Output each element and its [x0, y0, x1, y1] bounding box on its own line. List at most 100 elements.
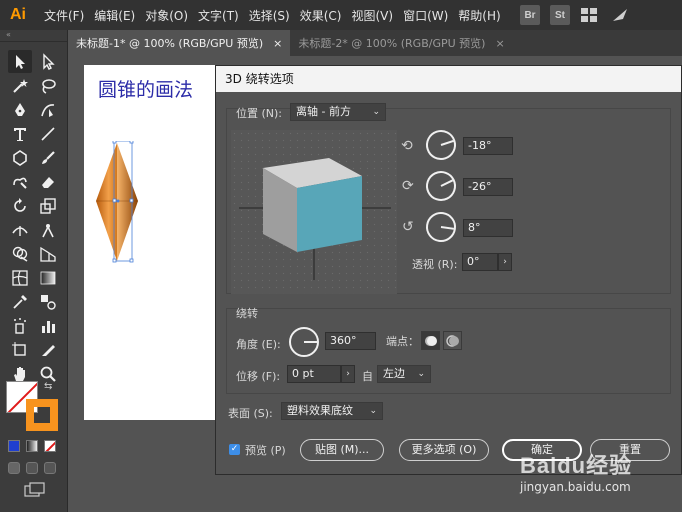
revolve-section-label: 绕转: [236, 307, 258, 320]
position-dropdown[interactable]: 离轴 - 前方 ⌄: [290, 103, 386, 121]
perspective-expand-button[interactable]: ›: [498, 253, 512, 271]
tab-label: 未标题-2* @ 100% (RGB/GPU 预览): [298, 37, 486, 50]
z-rotation-field[interactable]: 8°: [463, 219, 513, 237]
menu-effect[interactable]: 效果(C): [295, 7, 347, 24]
polygon-tool-icon[interactable]: [8, 146, 32, 169]
watermark-logo-text: Baidu经验: [520, 453, 633, 478]
collapse-toggle[interactable]: «: [0, 30, 67, 42]
menu-type[interactable]: 文字(T): [193, 7, 244, 24]
watermark-url: jingyan.baidu.com: [520, 480, 631, 494]
menu-view[interactable]: 视图(V): [346, 7, 398, 24]
fill-stroke-swatches[interactable]: ⇆: [6, 381, 62, 437]
offset-field[interactable]: 0 pt: [287, 365, 341, 383]
scale-tool-icon[interactable]: [36, 194, 60, 217]
more-options-button[interactable]: 更多选项 (O): [399, 439, 489, 461]
paintbrush-tool-icon[interactable]: [36, 146, 60, 169]
x-axis-rotate-icon: ⟲: [401, 138, 413, 154]
angle-field[interactable]: 360°: [325, 332, 376, 350]
menu-bar: Ai 文件(F) 编辑(E) 对象(O) 文字(T) 选择(S) 效果(C) 视…: [0, 0, 682, 30]
shape-builder-tool-icon[interactable]: [8, 242, 32, 265]
from-dropdown[interactable]: 左边 ⌄: [377, 365, 431, 383]
symbol-sprayer-tool-icon[interactable]: [8, 314, 32, 337]
cap-on-button[interactable]: [421, 331, 440, 350]
draw-normal-icon[interactable]: [8, 462, 20, 474]
lasso-tool-icon[interactable]: [36, 74, 60, 97]
document-tabs: 未标题-1* @ 100% (RGB/GPU 预览) × 未标题-2* @ 10…: [68, 30, 682, 56]
menu-select[interactable]: 选择(S): [244, 7, 295, 24]
from-value: 左边: [383, 367, 405, 380]
workspace-grid-icon[interactable]: [580, 5, 600, 25]
menu-items: 文件(F) 编辑(E) 对象(O) 文字(T) 选择(S) 效果(C) 视图(V…: [39, 7, 506, 24]
type-tool-icon[interactable]: [8, 122, 32, 145]
selection-tool-icon[interactable]: [8, 50, 32, 73]
stroke-swatch[interactable]: [26, 399, 58, 431]
close-icon[interactable]: ×: [495, 37, 504, 50]
z-axis-rotate-icon: ↺: [402, 219, 414, 235]
y-axis-rotate-icon: ⟳: [402, 178, 414, 194]
app-logo: Ai: [10, 6, 26, 23]
width-tool-icon[interactable]: [8, 218, 32, 241]
rotate-tool-icon[interactable]: [8, 194, 32, 217]
screen-mode-icon[interactable]: [24, 482, 46, 501]
tools-panel: « ⇆: [0, 30, 68, 512]
draw-inside-icon[interactable]: [44, 462, 56, 474]
from-label: 自: [362, 370, 373, 383]
chevron-down-icon: ⌄: [369, 406, 377, 416]
preview-checkbox[interactable]: ✓: [229, 444, 240, 455]
feather-icon[interactable]: [610, 5, 630, 25]
tab-document-1[interactable]: 未标题-1* @ 100% (RGB/GPU 预览) ×: [68, 30, 291, 56]
none-mode-icon[interactable]: [44, 440, 56, 452]
gradient-mode-icon[interactable]: [26, 440, 38, 452]
cap-label: 端点：: [386, 335, 419, 348]
curvature-tool-icon[interactable]: [36, 98, 60, 121]
menu-object[interactable]: 对象(O): [140, 7, 193, 24]
direct-selection-tool-icon[interactable]: [36, 50, 60, 73]
puppet-warp-tool-icon[interactable]: [36, 218, 60, 241]
baidu-watermark: Baidu经验 jingyan.baidu.com: [520, 448, 632, 494]
menu-help[interactable]: 帮助(H): [453, 7, 505, 24]
tab-document-2[interactable]: 未标题-2* @ 100% (RGB/GPU 预览) ×: [290, 30, 512, 56]
menu-file[interactable]: 文件(F): [39, 7, 89, 24]
chevron-down-icon: ⌄: [417, 369, 425, 379]
position-label: 位置 (N):: [236, 107, 283, 120]
color-mode-row: [8, 440, 56, 452]
close-icon[interactable]: ×: [273, 37, 282, 50]
stock-icon[interactable]: St: [550, 5, 570, 25]
revolved-cone-object[interactable]: [92, 141, 142, 263]
y-rotation-field[interactable]: -26°: [463, 178, 513, 196]
position-value: 离轴 - 前方: [296, 105, 351, 118]
revolve-options-dialog: 3D 绕转选项 位置 (N): 离轴 - 前方 ⌄ ⟲ -18° ⟳ -26° ↺…: [215, 65, 682, 475]
angle-dial[interactable]: [289, 327, 319, 357]
map-button[interactable]: 贴图 (M)...: [300, 439, 384, 461]
artboard-tool-icon[interactable]: [8, 338, 32, 361]
bridge-icon[interactable]: Br: [520, 5, 540, 25]
cube-front-face: [297, 176, 362, 252]
color-mode-icon[interactable]: [8, 440, 20, 452]
mesh-tool-icon[interactable]: [8, 266, 32, 289]
swap-colors-icon[interactable]: ⇆: [44, 381, 52, 392]
x-rotation-field[interactable]: -18°: [463, 137, 513, 155]
blend-tool-icon[interactable]: [36, 290, 60, 313]
shaper-tool-icon[interactable]: [8, 170, 32, 193]
chevron-down-icon: ⌄: [372, 107, 380, 117]
pen-tool-icon[interactable]: [8, 98, 32, 121]
magic-wand-tool-icon[interactable]: [8, 74, 32, 97]
tab-label: 未标题-1* @ 100% (RGB/GPU 预览): [76, 37, 264, 50]
menu-window[interactable]: 窗口(W): [398, 7, 453, 24]
preview-label: 预览 (P): [245, 444, 286, 457]
gradient-tool-icon[interactable]: [36, 266, 60, 289]
perspective-grid-tool-icon[interactable]: [36, 242, 60, 265]
draw-behind-icon[interactable]: [26, 462, 38, 474]
perspective-field[interactable]: 0°: [462, 253, 498, 271]
menu-edit[interactable]: 编辑(E): [89, 7, 140, 24]
line-tool-icon[interactable]: [36, 122, 60, 145]
eraser-tool-icon[interactable]: [36, 170, 60, 193]
surface-dropdown[interactable]: 塑料效果底纹 ⌄: [281, 402, 383, 420]
offset-label: 位移 (F):: [236, 370, 281, 383]
column-graph-tool-icon[interactable]: [36, 314, 60, 337]
cube-preview-panel[interactable]: [231, 130, 397, 294]
eyedropper-tool-icon[interactable]: [8, 290, 32, 313]
cap-off-button[interactable]: [443, 331, 462, 350]
offset-expand-button[interactable]: ›: [341, 365, 355, 383]
slice-tool-icon[interactable]: [36, 338, 60, 361]
